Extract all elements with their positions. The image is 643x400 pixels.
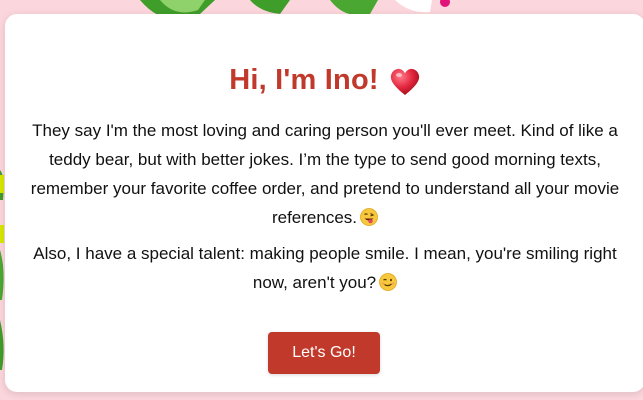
intro-card: Hi, I'm Ino! They say I'm the most lovin… (5, 14, 643, 392)
lets-go-button[interactable]: Let's Go! (268, 332, 380, 374)
tongue-wink-emoji-icon (360, 206, 378, 226)
title-row: Hi, I'm Ino! (5, 60, 643, 100)
intro-paragraph: They say I'm the most loving and caring … (30, 116, 620, 232)
talent-paragraph: Also, I have a special talent: making pe… (30, 239, 620, 297)
page-title: Hi, I'm Ino! (229, 63, 379, 96)
talent-paragraph-text: Also, I have a special talent: making pe… (33, 244, 617, 292)
heart-icon (389, 67, 421, 97)
intro-paragraph-text: They say I'm the most loving and caring … (30, 121, 620, 227)
winking-face-emoji-icon (379, 271, 398, 291)
